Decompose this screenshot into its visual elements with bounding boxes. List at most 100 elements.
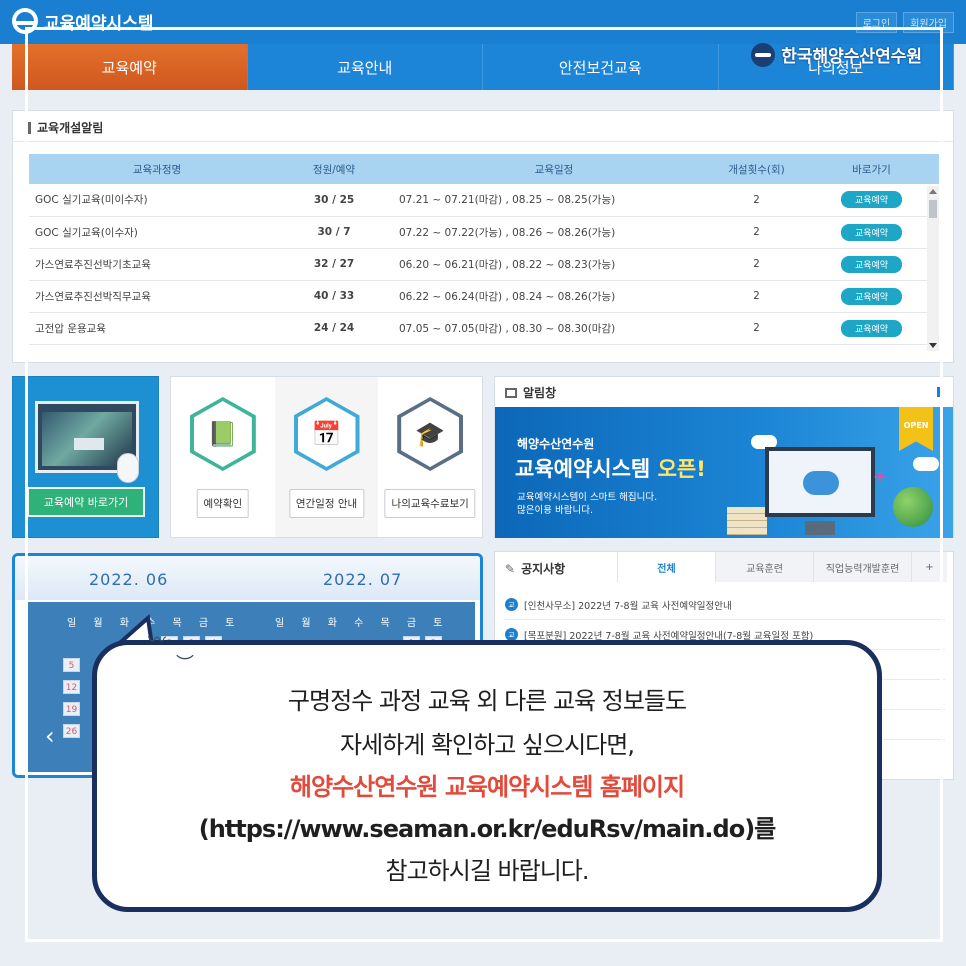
table-row: GOC 실기교육(미이수자) 30 / 25 07.21 ~ 07.21(마감)…: [29, 184, 939, 217]
reservation-check-button[interactable]: 예약확인: [196, 489, 250, 518]
seagull-icon: 〰: [148, 630, 166, 651]
notice-tabs: 전체 교육훈련 직업능력개발훈련 +: [617, 552, 947, 582]
course-go-cell: 교육예약: [804, 184, 939, 217]
course-name: 가스연료추진선박기초교육: [29, 248, 279, 281]
pencil-icon: ✎: [505, 561, 516, 576]
course-count: 2: [709, 248, 804, 281]
calendar-month-left: 2022. 06: [89, 570, 169, 589]
course-table: 교육과정명 정원/예약 교육일정 개설횟수(회) 바로가기 GOC 실기교육(미…: [29, 154, 939, 345]
notice-text[interactable]: [인천사무소] 2022년 7-8월 교육 사전예약일정안내: [524, 598, 732, 612]
table-row: GOC 실기교육(이수자) 30 / 7 07.22 ~ 07.22(가능) ,…: [29, 216, 939, 249]
calendar-day[interactable]: 19: [63, 702, 80, 716]
col-header-name: 교육과정명: [29, 154, 279, 184]
calendar-weekdays-right: 일 월 화 수 목 금 토: [275, 618, 443, 629]
reserve-button[interactable]: 교육예약: [840, 319, 903, 337]
bubble-line-1: 구명정수 과정 교육 외 다른 교육 정보들도: [287, 687, 687, 715]
alarm-title-text: 알림창: [523, 386, 557, 400]
course-name: GOC 실기교육(이수자): [29, 216, 279, 249]
mouse-illustration: [117, 453, 139, 483]
notice-title: ✎ 공지사항: [505, 560, 565, 577]
logo-icon: [12, 8, 38, 34]
reserve-button[interactable]: 교육예약: [840, 223, 903, 241]
speech-bubble: 구명정수 과정 교육 외 다른 교육 정보들도 자세하게 확인하고 싶으시다면,…: [92, 640, 882, 912]
scroll-up-icon[interactable]: [929, 189, 937, 194]
course-count: 2: [709, 216, 804, 249]
course-go-cell: 교육예약: [804, 280, 939, 313]
course-count: 2: [709, 280, 804, 313]
quick-reserve-tile[interactable]: 교육예약 바로가기: [12, 376, 159, 538]
course-capacity: 24 / 24: [279, 312, 389, 345]
tab-training[interactable]: 교육훈련: [715, 552, 813, 582]
col-header-schedule: 교육일정: [389, 154, 709, 184]
course-go-cell: 교육예약: [804, 312, 939, 345]
app-title[interactable]: 교육예약시스템: [12, 8, 153, 34]
scroll-down-icon[interactable]: [929, 343, 937, 348]
reserve-button[interactable]: 교육예약: [840, 287, 903, 305]
seagull-icon: ︶: [176, 654, 194, 675]
course-capacity: 30 / 25: [279, 184, 389, 217]
table-scrollbar[interactable]: [927, 186, 939, 351]
bubble-line-3: 해양수산연수원 교육예약시스템 홈페이지: [289, 773, 685, 801]
top-links: 로그인 회원가입: [855, 12, 954, 33]
banner-headline: 교육예약시스템 오픈!: [515, 453, 706, 483]
course-name: 고전압 운용교육: [29, 312, 279, 345]
brand-logo: 한국해양수산연수원: [751, 42, 922, 67]
calendar-search-icon: 📅: [293, 397, 360, 471]
login-link[interactable]: 로그인: [855, 12, 898, 33]
tab-vocational[interactable]: 직업능력개발훈련: [813, 552, 911, 582]
books-illustration: [727, 507, 767, 535]
course-notice-panel: 교육개설알림 교육과정명 정원/예약 교육일정 개설횟수(회) 바로가기 GOC…: [12, 110, 954, 363]
quick-links-panel: 📗 예약확인 📅 연간일정 안내 🎓 나의교육수료보기: [170, 376, 483, 538]
course-schedule: 06.20 ~ 06.21(마감) , 08.22 ~ 08.23(가능): [389, 248, 709, 281]
table-row: 가스연료추진선박기초교육 32 / 27 06.20 ~ 06.21(마감) ,…: [29, 248, 939, 281]
reserve-button[interactable]: 교육예약: [840, 255, 903, 273]
board-icon: [505, 387, 517, 398]
notice-title-text: 공지사항: [521, 562, 566, 576]
course-capacity: 30 / 7: [279, 216, 389, 249]
course-schedule: 06.22 ~ 06.24(마감) , 08.24 ~ 08.26(가능): [389, 280, 709, 313]
course-capacity: 40 / 33: [279, 280, 389, 313]
quick-item-annual-schedule[interactable]: 📅 연간일정 안내: [274, 377, 379, 537]
course-go-cell: 교육예약: [804, 248, 939, 281]
alarm-title: 알림창: [505, 384, 556, 401]
course-capacity: 32 / 27: [279, 248, 389, 281]
banner-pager[interactable]: [937, 387, 941, 397]
reserve-button[interactable]: 교육예약: [840, 191, 903, 209]
scroll-thumb[interactable]: [929, 200, 937, 218]
more-tab[interactable]: +: [911, 552, 947, 582]
calendar-day[interactable]: 5: [63, 658, 80, 672]
quick-item-reservation-check[interactable]: 📗 예약확인: [171, 377, 275, 537]
brand-emblem-icon: [751, 42, 776, 67]
completion-view-button[interactable]: 나의교육수료보기: [384, 489, 476, 518]
annual-schedule-button[interactable]: 연간일정 안내: [288, 489, 365, 518]
nav-tab-reservation[interactable]: 교육예약: [12, 44, 248, 90]
nav-tab-guide[interactable]: 교육안내: [248, 44, 483, 90]
calendar-day[interactable]: 12: [63, 680, 80, 694]
banner-desc-line: 많은이용 바랍니다.: [517, 505, 593, 516]
calendar-header: 2022. 06 2022. 07: [15, 556, 480, 600]
course-name: GOC 실기교육(미이수자): [29, 184, 279, 217]
open-banner[interactable]: 해양수산연수원 교육예약시스템 오픈! 교육예약시스템이 스마트 해집니다. 많…: [495, 407, 953, 538]
banner-headline-text: 교육예약시스템: [515, 457, 658, 481]
table-row: 고전압 운용교육 24 / 24 07.05 ~ 07.05(마감) , 08.…: [29, 312, 939, 345]
course-count: 2: [709, 312, 804, 345]
cloud-icon: [913, 457, 939, 471]
col-header-shortcut: 바로가기: [804, 154, 939, 184]
calendar-prev-icon[interactable]: ‹: [45, 722, 55, 750]
calendar-day[interactable]: 26: [63, 724, 80, 738]
list-item[interactable]: 교 [인천사무소] 2022년 7-8월 교육 사전예약일정안내: [505, 590, 945, 620]
table-row: 가스연료추진선박직무교육 40 / 33 06.22 ~ 06.24(마감) ,…: [29, 280, 939, 313]
open-tag: OPEN: [899, 407, 933, 451]
nav-tab-safety[interactable]: 안전보건교육: [483, 44, 719, 90]
banner-headline-emphasis: 오픈!: [657, 457, 706, 481]
join-link[interactable]: 회원가입: [903, 12, 954, 33]
graduation-cap-icon: 🎓: [397, 397, 464, 471]
reserve-shortcut-button[interactable]: 교육예약 바로가기: [27, 487, 145, 517]
bubble-line-4: (https://www.seaman.or.kr/eduRsv/main.do…: [198, 815, 777, 843]
banner-desc-line: 교육예약시스템이 스마트 해집니다.: [517, 492, 658, 503]
tab-all[interactable]: 전체: [617, 552, 715, 582]
col-header-count: 개설횟수(회): [709, 154, 804, 184]
calendar-month-right: 2022. 07: [323, 570, 403, 589]
course-schedule: 07.21 ~ 07.21(마감) , 08.25 ~ 08.25(가능): [389, 184, 709, 217]
quick-item-completion[interactable]: 🎓 나의교육수료보기: [378, 377, 482, 537]
